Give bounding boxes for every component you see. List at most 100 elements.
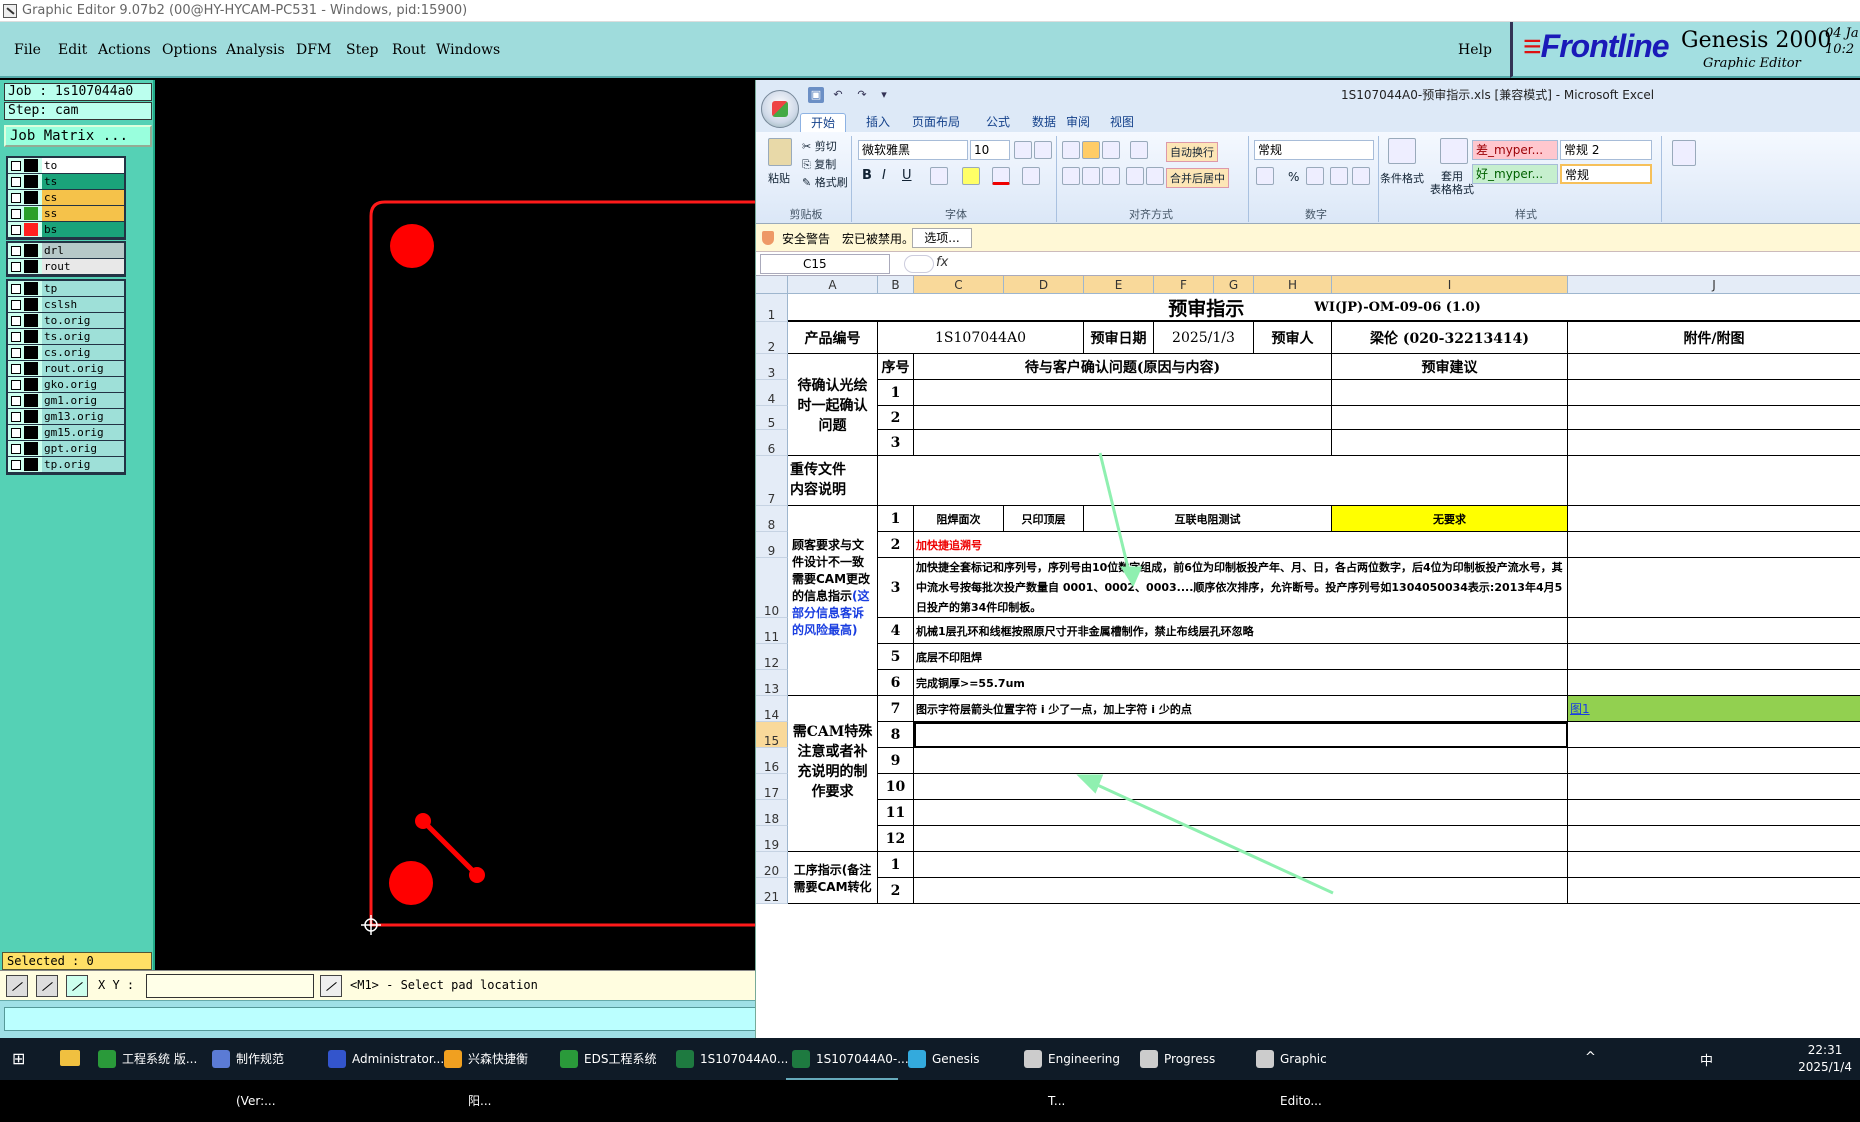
taskbar-item[interactable]: 兴森快捷衡阳... [438, 1038, 550, 1108]
style-bad[interactable]: 差_myper... [1472, 140, 1558, 160]
menu-actions[interactable]: Actions [98, 42, 151, 58]
layer-checkbox[interactable] [11, 225, 21, 235]
layer-checkbox[interactable] [11, 396, 21, 406]
pcb-view[interactable] [155, 80, 759, 970]
menu-dfm[interactable]: DFM [296, 42, 331, 58]
qat-dropdown-icon[interactable]: ▾ [876, 87, 892, 103]
xy-input[interactable] [146, 974, 314, 998]
layer-gpt-orig[interactable]: gpt.orig [8, 441, 124, 457]
layer-checkbox[interactable] [11, 444, 21, 454]
layer-checkbox[interactable] [11, 412, 21, 422]
layer-checkbox[interactable] [11, 380, 21, 390]
layer-to-orig[interactable]: to.orig [8, 313, 124, 329]
format-painter-button[interactable]: ✎ 格式刷 [802, 174, 848, 190]
layer-tp[interactable]: tp [8, 281, 124, 297]
taskbar-item[interactable]: Engineering T... [1018, 1038, 1130, 1108]
menu-rout[interactable]: Rout [392, 42, 426, 58]
layer-checkbox[interactable] [11, 284, 21, 294]
grid-tool-icon[interactable] [66, 975, 88, 997]
fx-icon[interactable]: fx [936, 255, 948, 270]
layer-checkbox[interactable] [11, 193, 21, 203]
merge-center-button[interactable]: 合并后居中 [1166, 168, 1229, 188]
taskbar-item[interactable]: Progress [1134, 1038, 1246, 1080]
font-name-select[interactable]: 微软雅黑 [858, 140, 968, 160]
decrease-decimal-icon[interactable] [1352, 167, 1370, 185]
layer-checkbox[interactable] [11, 428, 21, 438]
layer-cs-orig[interactable]: cs.orig [8, 345, 124, 361]
taskbar-item[interactable]: 1S107044A0-... [786, 1038, 909, 1080]
tab-formulas[interactable]: 公式 [976, 113, 1020, 132]
layer-gm1-orig[interactable]: gm1.orig [8, 393, 124, 409]
layer-ts-orig[interactable]: ts.orig [8, 329, 124, 345]
slot-line[interactable] [421, 819, 479, 877]
zoom-tool-icon[interactable] [6, 975, 28, 997]
layer-checkbox[interactable] [11, 177, 21, 187]
pad-top[interactable] [390, 224, 434, 268]
layer-checkbox[interactable] [11, 262, 21, 272]
layer-cs[interactable]: cs [8, 190, 124, 206]
shrink-font-icon[interactable] [1034, 141, 1052, 159]
layer-gm15-orig[interactable]: gm15.orig [8, 425, 124, 441]
font-color-icon[interactable] [992, 167, 1010, 185]
layer-checkbox[interactable] [11, 460, 21, 470]
currency-icon[interactable] [1256, 167, 1274, 185]
layer-checkbox[interactable] [11, 161, 21, 171]
slot-end-b[interactable] [469, 867, 485, 883]
layer-drl[interactable]: drl [8, 243, 124, 259]
taskbar-item[interactable]: 1S107044A0... [670, 1038, 788, 1080]
layer-gm13-orig[interactable]: gm13.orig [8, 409, 124, 425]
layer-cslsh[interactable]: cslsh [8, 297, 124, 313]
copy-button[interactable]: ⎘ 复制 [802, 156, 836, 172]
style-normal[interactable]: 常规 [1560, 164, 1652, 184]
layer-checkbox[interactable] [11, 332, 21, 342]
align-left-icon[interactable] [1062, 167, 1080, 185]
underline-button[interactable]: U [902, 168, 912, 183]
paste-button[interactable]: 粘贴 [768, 170, 790, 186]
layer-checkbox[interactable] [11, 246, 21, 256]
layer-checkbox[interactable] [11, 300, 21, 310]
layer-ts[interactable]: ts [8, 174, 124, 190]
taskbar-clock[interactable]: 22:31 2025/1/4 [1798, 1042, 1852, 1076]
tray-chevron-icon[interactable]: ^ [1585, 1050, 1596, 1065]
decrease-indent-icon[interactable] [1126, 167, 1144, 185]
taskbar-item[interactable]: EDS工程系统 [554, 1038, 666, 1080]
save-icon[interactable]: ▣ [808, 87, 824, 103]
measure-tool-icon[interactable] [36, 975, 58, 997]
layer-bs[interactable]: bs [8, 222, 124, 238]
border-icon[interactable] [930, 167, 948, 185]
layer-to[interactable]: to [8, 158, 124, 174]
graphic-canvas[interactable] [155, 80, 759, 970]
menu-analysis[interactable]: Analysis [226, 42, 285, 58]
menu-options[interactable]: Options [162, 42, 217, 58]
layer-rout[interactable]: rout [8, 259, 124, 275]
font-size-select[interactable]: 10 [970, 140, 1010, 160]
align-center-icon[interactable] [1082, 167, 1100, 185]
taskbar-item[interactable]: Administrator... [322, 1038, 444, 1080]
taskbar-item[interactable]: Graphic Edito... [1250, 1038, 1362, 1108]
tab-home[interactable]: 开始 [800, 113, 847, 132]
job-matrix-button[interactable]: Job Matrix ... [4, 125, 152, 147]
style-normal-2[interactable]: 常规 2 [1560, 140, 1652, 160]
security-options-button[interactable]: 选项... [912, 228, 972, 248]
insert-cells-icon[interactable] [1672, 140, 1696, 166]
slot-end-a[interactable] [415, 813, 431, 829]
menu-edit[interactable]: Edit [58, 42, 87, 58]
format-table-icon[interactable] [1440, 138, 1468, 164]
layer-rout-orig[interactable]: rout.orig [8, 361, 124, 377]
ime-indicator[interactable]: 中 [1700, 1050, 1713, 1069]
tab-insert[interactable]: 插入 [856, 113, 900, 132]
align-right-icon[interactable] [1102, 167, 1120, 185]
menu-step[interactable]: Step [346, 42, 378, 58]
align-top-icon[interactable] [1062, 141, 1080, 159]
fill-color-icon[interactable] [962, 167, 980, 185]
layer-tp-orig[interactable]: tp.orig [8, 457, 124, 473]
layer-gko-orig[interactable]: gko.orig [8, 377, 124, 393]
pad-bottom[interactable] [389, 861, 433, 905]
file-explorer-icon[interactable] [60, 1050, 80, 1066]
align-middle-icon[interactable] [1082, 141, 1100, 159]
layer-ss[interactable]: ss [8, 206, 124, 222]
layer-checkbox[interactable] [11, 348, 21, 358]
layer-checkbox[interactable] [11, 209, 21, 219]
increase-indent-icon[interactable] [1146, 167, 1164, 185]
cut-button[interactable]: ✂ 剪切 [802, 138, 837, 154]
